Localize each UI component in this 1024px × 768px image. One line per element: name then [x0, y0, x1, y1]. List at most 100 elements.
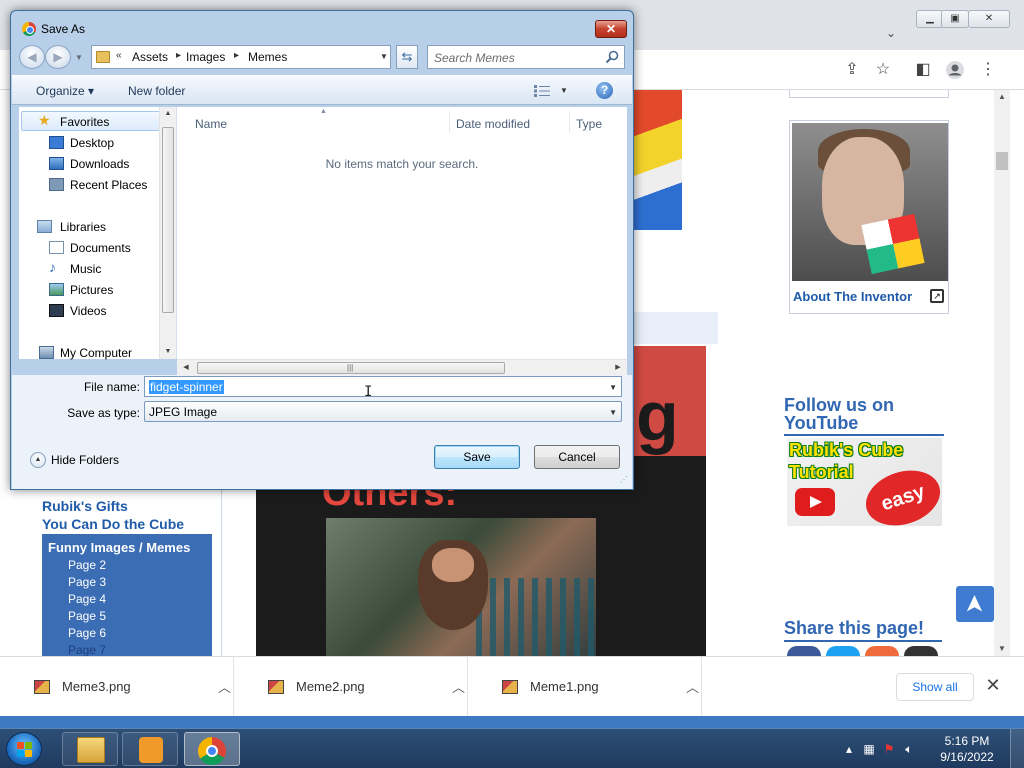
videos-icon: [49, 304, 64, 317]
page-link-7[interactable]: Page 7: [68, 643, 106, 656]
documents-icon: [49, 241, 64, 254]
tree-item-videos[interactable]: Videos: [19, 301, 169, 321]
tree-item-documents[interactable]: Documents: [19, 238, 169, 258]
network-icon[interactable]: ▦: [862, 742, 876, 756]
dialog-close-button[interactable]: ✕: [595, 20, 627, 38]
breadcrumb-overflow[interactable]: «: [116, 50, 122, 61]
close-downloads-icon[interactable]: ✕: [984, 675, 1002, 695]
search-box[interactable]: [427, 45, 625, 69]
youtube-tutorial-thumbnail[interactable]: Rubik's Cube Tutorial easy: [787, 438, 942, 526]
file-name-input[interactable]: fidget-spinner ▼: [144, 376, 622, 397]
breadcrumb-dropdown[interactable]: ▼: [380, 52, 388, 61]
recent-locations-dropdown[interactable]: ▼: [75, 53, 83, 62]
side-panel-icon[interactable]: ◧: [913, 60, 933, 80]
tab-search-chevron-icon[interactable]: ⌄: [886, 26, 896, 40]
tray-expand-icon[interactable]: ▴: [842, 742, 856, 756]
tree-item-recent-places[interactable]: Recent Places: [19, 175, 169, 195]
save-as-type-dropdown[interactable]: ▼: [609, 408, 617, 417]
tree-item-desktop[interactable]: Desktop: [19, 133, 169, 153]
back-to-top-button[interactable]: ➤: [956, 586, 994, 622]
view-options-icon[interactable]: [534, 85, 550, 97]
easy-badge: easy: [858, 461, 942, 526]
tree-item-favorites[interactable]: ★ Favorites: [21, 111, 171, 131]
view-dropdown[interactable]: ▼: [560, 86, 568, 95]
action-center-flag-icon[interactable]: ⚑: [882, 742, 896, 756]
bookmark-star-icon[interactable]: ☆: [873, 60, 893, 80]
download-filename: Meme2.png: [296, 679, 365, 694]
search-icon[interactable]: [604, 49, 620, 65]
organize-button[interactable]: Organize ▾: [36, 84, 94, 98]
page-link-5[interactable]: Page 5: [68, 609, 106, 623]
page-scroll-thumb[interactable]: [996, 152, 1008, 170]
column-header-date-modified[interactable]: Date modified: [456, 117, 530, 131]
save-as-type-select[interactable]: JPEG Image ▼: [144, 401, 622, 422]
breadcrumb-separator[interactable]: ▸: [234, 50, 239, 61]
navigation-scroll-thumb[interactable]: [162, 127, 174, 313]
cancel-button[interactable]: Cancel: [534, 445, 620, 469]
profile-avatar-icon[interactable]: [945, 60, 965, 80]
back-button[interactable]: ◀: [19, 45, 45, 69]
start-button[interactable]: [6, 732, 42, 766]
download-item[interactable]: Meme1.png ︿: [468, 657, 702, 717]
memes-heading[interactable]: Funny Images / Memes: [48, 540, 190, 555]
tree-item-music[interactable]: ♪ Music: [19, 259, 169, 279]
reddit-icon[interactable]: [865, 646, 899, 656]
rubiks-gifts-link[interactable]: Rubik's Gifts: [42, 498, 128, 514]
page-link-2[interactable]: Page 2: [68, 558, 106, 572]
clock-time: 5:16 PM: [944, 734, 990, 748]
about-inventor-link[interactable]: About The Inventor: [793, 289, 912, 304]
navigation-pane-scrollbar[interactable]: ▲ ▼: [159, 107, 176, 359]
save-button[interactable]: Save: [434, 445, 520, 469]
external-link-icon[interactable]: ↗: [930, 289, 944, 303]
taskbar-media-player-button[interactable]: [122, 732, 178, 766]
share-icon[interactable]: ⇪: [842, 60, 862, 80]
taskbar-chrome-button[interactable]: [184, 732, 240, 766]
file-list-horizontal-scrollbar[interactable]: ◀ ||| ▶: [177, 359, 627, 376]
page-link-4[interactable]: Page 4: [68, 592, 106, 606]
tree-item-libraries[interactable]: Libraries: [19, 217, 169, 237]
minimize-button[interactable]: ▁: [916, 10, 944, 28]
breadcrumb-separator[interactable]: ▸: [176, 50, 181, 61]
do-the-cube-link[interactable]: You Can Do the Cube: [42, 516, 184, 532]
page-scrollbar[interactable]: ▲ ▼: [994, 90, 1010, 656]
maximize-button[interactable]: ▣: [941, 10, 969, 28]
breadcrumb[interactable]: « Assets ▸ Images ▸ Memes ▼: [91, 45, 391, 69]
resize-grip-icon[interactable]: ⋰: [620, 475, 630, 485]
tree-item-downloads[interactable]: Downloads: [19, 154, 169, 174]
chrome-icon: [22, 22, 36, 36]
email-icon[interactable]: [904, 646, 938, 656]
column-header-type[interactable]: Type: [576, 117, 602, 131]
inventor-card[interactable]: About The Inventor ↗: [789, 120, 949, 314]
clock[interactable]: 5:16 PM 9/16/2022: [932, 733, 1002, 765]
tree-item-my-computer[interactable]: My Computer: [19, 343, 169, 363]
breadcrumb-images[interactable]: Images: [186, 50, 225, 64]
column-header-name[interactable]: Name: [195, 117, 227, 131]
refresh-button[interactable]: ⇆: [396, 45, 418, 69]
breadcrumb-memes[interactable]: Memes: [248, 50, 287, 64]
download-item[interactable]: Meme2.png ︿: [234, 657, 468, 717]
breadcrumb-assets[interactable]: Assets: [132, 50, 168, 64]
chevron-up-icon[interactable]: ︿: [686, 677, 699, 696]
show-desktop-button[interactable]: [1010, 729, 1024, 768]
tree-item-pictures[interactable]: Pictures: [19, 280, 169, 300]
forward-button[interactable]: ▶: [45, 45, 71, 69]
page-link-3[interactable]: Page 3: [68, 575, 106, 589]
help-icon[interactable]: ?: [596, 82, 613, 99]
download-item[interactable]: Meme3.png ︿: [0, 657, 234, 717]
new-folder-button[interactable]: New folder: [128, 84, 185, 98]
chrome-icon: [198, 737, 226, 765]
close-window-button[interactable]: ✕: [968, 10, 1010, 28]
facebook-icon[interactable]: [787, 646, 821, 656]
twitter-icon[interactable]: [826, 646, 860, 656]
taskbar-explorer-button[interactable]: [62, 732, 118, 766]
show-all-downloads-button[interactable]: Show all: [896, 673, 974, 701]
chevron-up-icon[interactable]: ︿: [452, 677, 465, 696]
file-name-history-dropdown[interactable]: ▼: [609, 383, 617, 392]
page-link-6[interactable]: Page 6: [68, 626, 106, 640]
menu-kebab-icon[interactable]: ⋮: [978, 60, 998, 80]
windows-logo-icon: [17, 742, 33, 758]
search-input[interactable]: [434, 50, 602, 66]
chevron-up-icon[interactable]: ︿: [218, 677, 231, 696]
system-tray: ▴ ▦ ⚑ 🔈︎ 5:16 PM 9/16/2022: [834, 729, 1024, 768]
volume-icon[interactable]: 🔈︎: [902, 742, 916, 756]
